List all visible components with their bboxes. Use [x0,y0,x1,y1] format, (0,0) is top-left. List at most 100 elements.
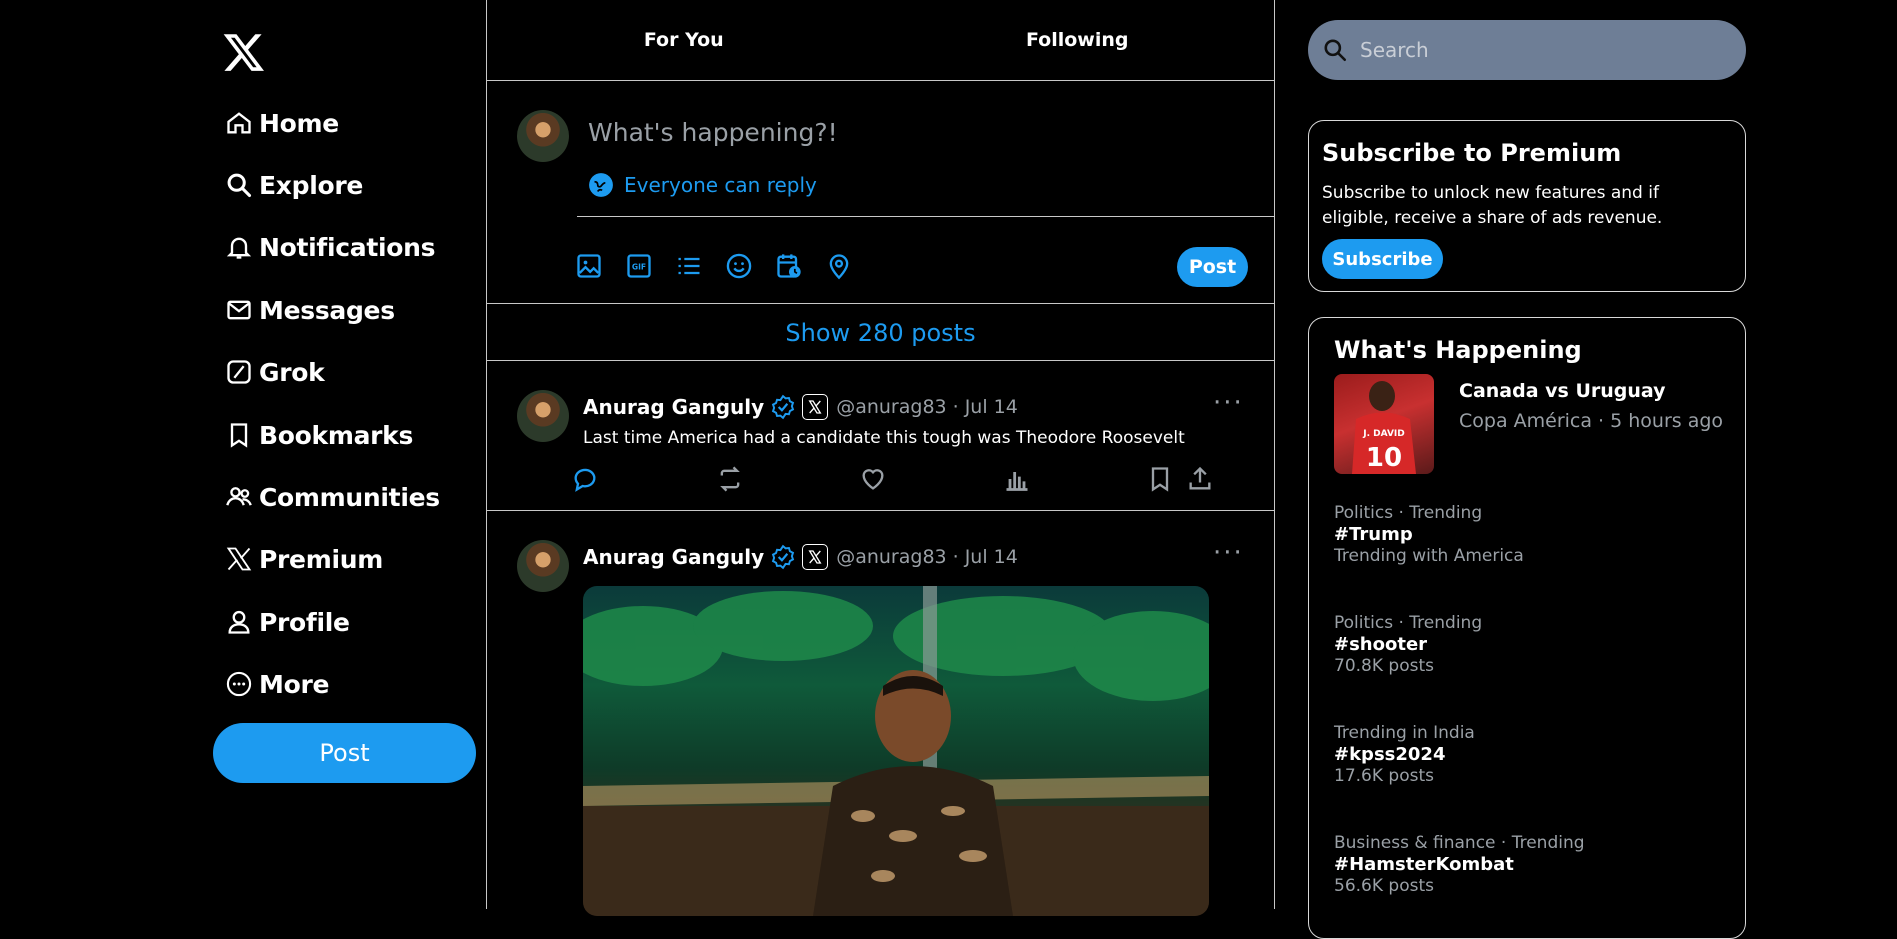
compose-divider [577,216,1274,217]
globe-icon [589,173,613,197]
x-logo-icon [226,547,252,571]
show-new-posts-button[interactable]: Show 280 posts [487,305,1274,361]
tab-following[interactable]: Following [881,0,1275,80]
featured-trend-meta: Copa América · 5 hours ago [1459,410,1724,432]
trend-name: #Trump [1334,524,1413,545]
sidebar-item-profile[interactable]: Profile [225,597,350,647]
more-options-icon[interactable]: ··· [1213,388,1244,418]
trend-count: 56.6K posts [1334,876,1434,896]
main-feed: For You Following What's happening?! Eve… [486,0,1275,916]
repost-icon[interactable] [716,465,744,493]
author-handle[interactable]: @anurag83 [836,546,946,568]
verified-badge-icon [772,544,795,570]
bookmark-icon[interactable] [1146,465,1174,493]
views-icon[interactable] [1003,465,1031,493]
trend-category: Politics · Trending [1334,503,1483,523]
search-bar[interactable] [1308,20,1746,80]
premium-title: Subscribe to Premium [1322,139,1622,167]
avatar[interactable] [517,110,569,162]
compose-input[interactable]: What's happening?! [588,118,838,147]
sidebar-item-communities[interactable]: Communities [225,472,440,522]
sidebar-item-label: Home [259,108,339,138]
reply-setting-button[interactable]: Everyone can reply [588,172,817,198]
poll-icon[interactable] [675,252,703,280]
person-icon [228,610,250,634]
sidebar-item-label: More [259,669,330,699]
premium-description: Subscribe to unlock new features and if … [1322,183,1663,228]
trend-category: Business & finance · Trending [1334,833,1585,853]
sidebar-item-messages[interactable]: Messages [225,285,395,335]
trend-name: #shooter [1334,634,1428,655]
author-name[interactable]: Anurag Ganguly [583,395,764,419]
post-date[interactable]: · Jul 14 [953,546,1018,568]
trend-count: 17.6K posts [1334,766,1434,786]
sidebar-item-premium[interactable]: Premium [225,534,383,584]
bell-icon [226,237,252,259]
grok-icon [227,360,251,384]
svg-text:J. DAVID: J. DAVID [1362,429,1405,439]
sidebar-item-explore[interactable]: Explore [225,160,363,210]
sidebar-item-bookmarks[interactable]: Bookmarks [225,410,413,460]
author-name[interactable]: Anurag Ganguly [583,545,764,569]
post-button[interactable]: Post [213,723,476,783]
sidebar-item-label: Notifications [259,232,436,262]
left-sidebar: Home Explore Notifications Messages Grok… [0,0,486,909]
whats-happening-title: What's Happening [1334,336,1582,364]
share-icon[interactable] [1186,465,1214,493]
more-options-icon[interactable]: ··· [1213,538,1244,568]
sidebar-item-label: Profile [259,607,350,637]
sidebar-item-notifications[interactable]: Notifications [225,222,436,272]
x-affiliate-badge-icon [802,544,829,570]
post-header: Anurag Ganguly @anurag83 · Jul 14 [583,392,1018,422]
premium-card: Subscribe to Premium Subscribe to unlock… [1308,120,1746,292]
x-logo-icon[interactable] [222,30,266,74]
post-text: Last time America had a candidate this t… [583,428,1185,448]
trend-item[interactable]: Politics · Trending #shooter 70.8K posts [1334,613,1482,676]
compose-post-button[interactable]: Post [1177,247,1248,287]
schedule-icon[interactable] [775,252,803,280]
avatar[interactable] [517,390,569,442]
gif-icon[interactable]: GIF [625,252,653,280]
emoji-icon[interactable] [725,252,753,280]
post-header: Anurag Ganguly @anurag83 · Jul 14 [583,542,1018,572]
divider [487,303,1274,304]
sidebar-item-more[interactable]: More [225,659,329,709]
trend-category: Trending in India [1334,723,1475,743]
feed-tabs: For You Following [487,0,1274,81]
trend-name: #kpss2024 [1334,744,1446,765]
trend-item[interactable]: Business & finance · Trending #HamsterKo… [1334,833,1585,896]
featured-trend-title[interactable]: Canada vs Uruguay [1459,380,1666,402]
trend-item[interactable]: Trending in India #kpss2024 17.6K posts [1334,723,1475,786]
divider [487,360,1274,361]
trend-thumbnail[interactable]: J. DAVID 10 [1334,374,1434,474]
search-icon [227,173,252,198]
location-icon[interactable] [825,252,853,280]
search-icon [1324,39,1347,62]
trend-item[interactable]: Politics · Trending #Trump Trending with… [1334,503,1524,566]
divider [487,510,1274,511]
trend-count: 70.8K posts [1334,656,1434,676]
sidebar-item-label: Grok [259,357,325,387]
x-affiliate-badge-icon [802,394,829,420]
sidebar-item-home[interactable]: Home [225,98,339,148]
sidebar-item-label: Explore [259,170,364,200]
subscribe-button[interactable]: Subscribe [1322,239,1443,279]
sidebar-item-grok[interactable]: Grok [225,347,325,397]
image-icon[interactable] [575,252,603,280]
avatar[interactable] [517,540,569,592]
sidebar-item-label: Bookmarks [259,420,414,450]
post-date[interactable]: · Jul 14 [953,396,1018,418]
more-circle-icon [226,671,252,697]
envelope-icon [227,300,251,320]
tab-for-you[interactable]: For You [487,0,881,80]
author-handle[interactable]: @anurag83 [836,396,946,418]
like-icon[interactable] [859,465,887,493]
sidebar-item-label: Messages [259,295,395,325]
svg-text:GIF: GIF [632,263,646,272]
reply-icon[interactable] [571,465,599,493]
post-image[interactable] [583,586,1209,916]
people-icon [226,487,252,506]
home-icon [227,112,251,134]
search-input[interactable] [1358,37,1722,63]
bookmark-icon [230,423,248,448]
